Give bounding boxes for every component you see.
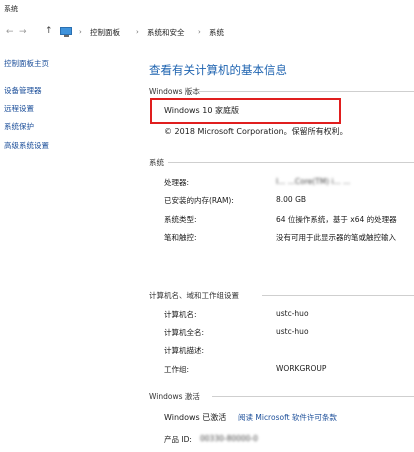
section-activation-header: Windows 激活 xyxy=(149,392,200,401)
processor-label: 处理器: xyxy=(164,178,190,187)
sidebar-home-link[interactable]: 控制面板主页 xyxy=(4,58,49,69)
pen-touch-label: 笔和触控: xyxy=(164,233,197,242)
full-computer-name-value: ustc-huo xyxy=(276,327,309,336)
chevron-right-icon: › xyxy=(136,28,139,36)
breadcrumb-system-security[interactable]: 系统和安全 xyxy=(147,27,185,38)
computer-description-label: 计算机描述: xyxy=(164,346,205,355)
sidebar-item-remote-settings[interactable]: 远程设置 xyxy=(4,103,34,114)
computer-icon xyxy=(60,27,74,37)
computer-name-label: 计算机名: xyxy=(164,310,197,319)
breadcrumb-control-panel[interactable]: 控制面板 xyxy=(90,27,120,38)
ram-value: 8.00 GB xyxy=(276,195,307,204)
up-arrow-icon[interactable]: ↑ xyxy=(45,26,53,36)
system-type-value: 64 位操作系统，基于 x64 的处理器 xyxy=(276,215,397,224)
workgroup-value: WORKGROUP xyxy=(276,364,327,373)
sidebar-item-device-manager[interactable]: 设备管理器 xyxy=(4,85,42,96)
full-computer-name-label: 计算机全名: xyxy=(164,328,205,337)
chevron-right-icon: › xyxy=(198,28,201,36)
breadcrumb-system[interactable]: 系统 xyxy=(209,27,224,38)
section-computer-header: 计算机名、域和工作组设置 xyxy=(149,291,239,300)
ram-label: 已安装的内存(RAM): xyxy=(164,196,234,205)
page-title: 查看有关计算机的基本信息 xyxy=(149,63,287,77)
license-terms-link[interactable]: 阅读 Microsoft 软件许可条款 xyxy=(238,412,337,423)
system-type-label: 系统类型: xyxy=(164,215,197,224)
section-divider xyxy=(190,91,414,92)
window-title: 系统 xyxy=(4,5,18,13)
product-id-value: 00330-80000-0 xyxy=(200,434,258,443)
sidebar-item-system-protection[interactable]: 系统保护 xyxy=(4,121,34,132)
activation-status: Windows 已激活 xyxy=(164,413,227,422)
chevron-right-icon: › xyxy=(79,28,82,36)
windows-edition: Windows 10 家庭版 xyxy=(164,106,239,115)
forward-arrow-icon[interactable]: → xyxy=(19,27,27,37)
back-arrow-icon[interactable]: ← xyxy=(6,27,14,37)
product-id-label: 产品 ID: xyxy=(164,435,192,444)
section-divider xyxy=(262,295,414,296)
pen-touch-value: 没有可用于此显示器的笔或触控输入 xyxy=(276,233,396,242)
copyright-text: © 2018 Microsoft Corporation。保留所有权利。 xyxy=(164,127,348,136)
section-divider xyxy=(212,396,414,397)
workgroup-label: 工作组: xyxy=(164,365,190,374)
computer-name-value: ustc-huo xyxy=(276,309,309,318)
processor-value: I... ...Core(TM) i... ... xyxy=(276,177,351,186)
sidebar-item-advanced-settings[interactable]: 高级系统设置 xyxy=(4,140,49,151)
section-system-header: 系统 xyxy=(149,158,164,167)
section-divider xyxy=(168,162,414,163)
